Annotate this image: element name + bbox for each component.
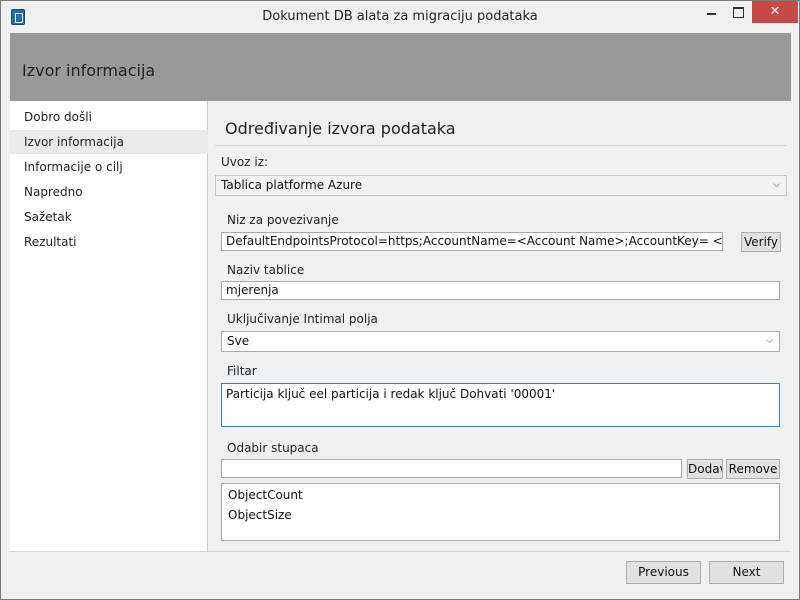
page-header: Izvor informacija (10, 33, 791, 101)
sidebar-item-welcome[interactable]: Dobro došli (10, 105, 208, 129)
filter-label: Filtar (227, 364, 257, 378)
previous-button[interactable]: Previous (626, 561, 701, 584)
sidebar-item-summary[interactable]: Sažetak (10, 205, 208, 229)
sidebar-item-results[interactable]: Rezultati (10, 230, 208, 254)
next-button[interactable]: Next (709, 561, 784, 584)
sidebar-item-target-info[interactable]: Informacije o cilj (10, 155, 208, 179)
window-title: Dokument DB alata za migraciju podataka (262, 9, 538, 24)
connection-string-input[interactable]: DefaultEndpointsProtocol=https;AccountNa… (221, 232, 723, 251)
table-name-input[interactable]: mjerenja (221, 281, 780, 300)
import-from-value: Tablica platforme Azure (221, 178, 363, 192)
sidebar-item-source-info[interactable]: Izvor informacija (10, 130, 208, 154)
title-divider (215, 145, 787, 146)
minimize-icon[interactable] (698, 1, 725, 23)
connection-string-label: Niz za povezivanje (227, 213, 339, 227)
chevron-down-icon: ⌵ (766, 336, 773, 346)
section-title: Određivanje izvora podataka (225, 119, 456, 138)
maximize-icon[interactable] (725, 1, 752, 23)
internal-fields-select[interactable]: Sve ⌵ (221, 331, 780, 352)
list-item[interactable]: ObjectCount (228, 488, 303, 502)
column-selection-label: Odabir stupaca (227, 441, 319, 455)
close-icon[interactable]: ✕ (752, 1, 798, 23)
import-from-label: Uvoz iz: (221, 155, 269, 169)
internal-fields-value: Sve (227, 334, 250, 348)
chevron-down-icon: ⌵ (773, 180, 780, 190)
sidebar: Dobro došli Izvor informacija Informacij… (10, 101, 208, 551)
table-name-label: Naziv tablice (227, 263, 305, 277)
list-item[interactable]: ObjectSize (228, 508, 292, 522)
import-from-select[interactable]: Tablica platforme Azure ⌵ (215, 175, 787, 196)
add-column-button[interactable]: Dodavanje (687, 459, 723, 479)
title-bar[interactable]: Dokument DB alata za migraciju podataka … (1, 1, 799, 33)
remove-column-button[interactable]: Remove (726, 459, 780, 479)
sidebar-item-advanced[interactable]: Napredno (10, 180, 208, 204)
columns-list[interactable]: ObjectCount ObjectSize (221, 483, 780, 541)
column-name-input[interactable] (221, 459, 682, 478)
footer-bar: Previous Next (10, 551, 791, 599)
internal-fields-label: Uključivanje Intimal polja (227, 312, 378, 326)
verify-button[interactable]: Verify (741, 232, 781, 252)
main-panel: Određivanje izvora podataka Uvoz iz: Tab… (209, 101, 793, 551)
page-title: Izvor informacija (22, 61, 156, 80)
filter-textarea[interactable]: Particija ključ eel particija i redak kl… (221, 383, 780, 427)
main-window: Dokument DB alata za migraciju podataka … (0, 0, 800, 600)
